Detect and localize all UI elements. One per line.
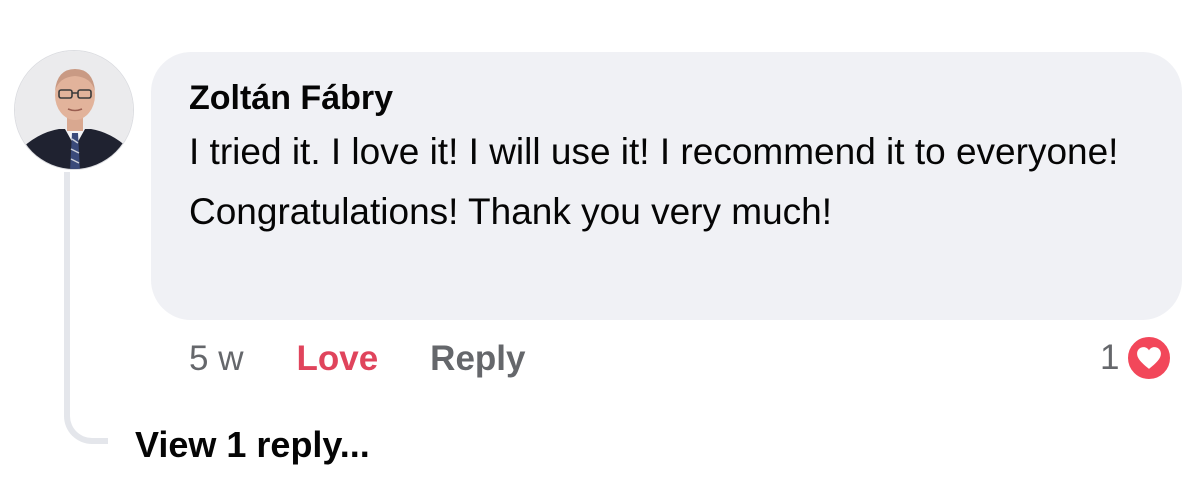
avatar-image	[15, 51, 133, 169]
avatar[interactable]	[14, 50, 134, 170]
view-replies-link[interactable]: View 1 reply...	[135, 420, 370, 470]
comment-text: I tried it. I love it! I will use it! I …	[189, 131, 1119, 232]
comment-timestamp[interactable]: 5 w	[189, 339, 243, 379]
thread-connector-line	[64, 172, 108, 444]
heart-icon	[1125, 334, 1174, 382]
love-reaction-button[interactable]: Love	[296, 339, 378, 379]
reaction-summary[interactable]: 1	[1100, 332, 1174, 384]
comment-bubble: Zoltán Fábry I tried it. I love it! I wi…	[151, 52, 1182, 320]
comment-author[interactable]: Zoltán Fábry	[189, 76, 1152, 120]
comment-actions: 5 w Love Reply	[189, 336, 525, 382]
reply-button[interactable]: Reply	[430, 339, 525, 379]
reaction-count: 1	[1100, 338, 1120, 377]
